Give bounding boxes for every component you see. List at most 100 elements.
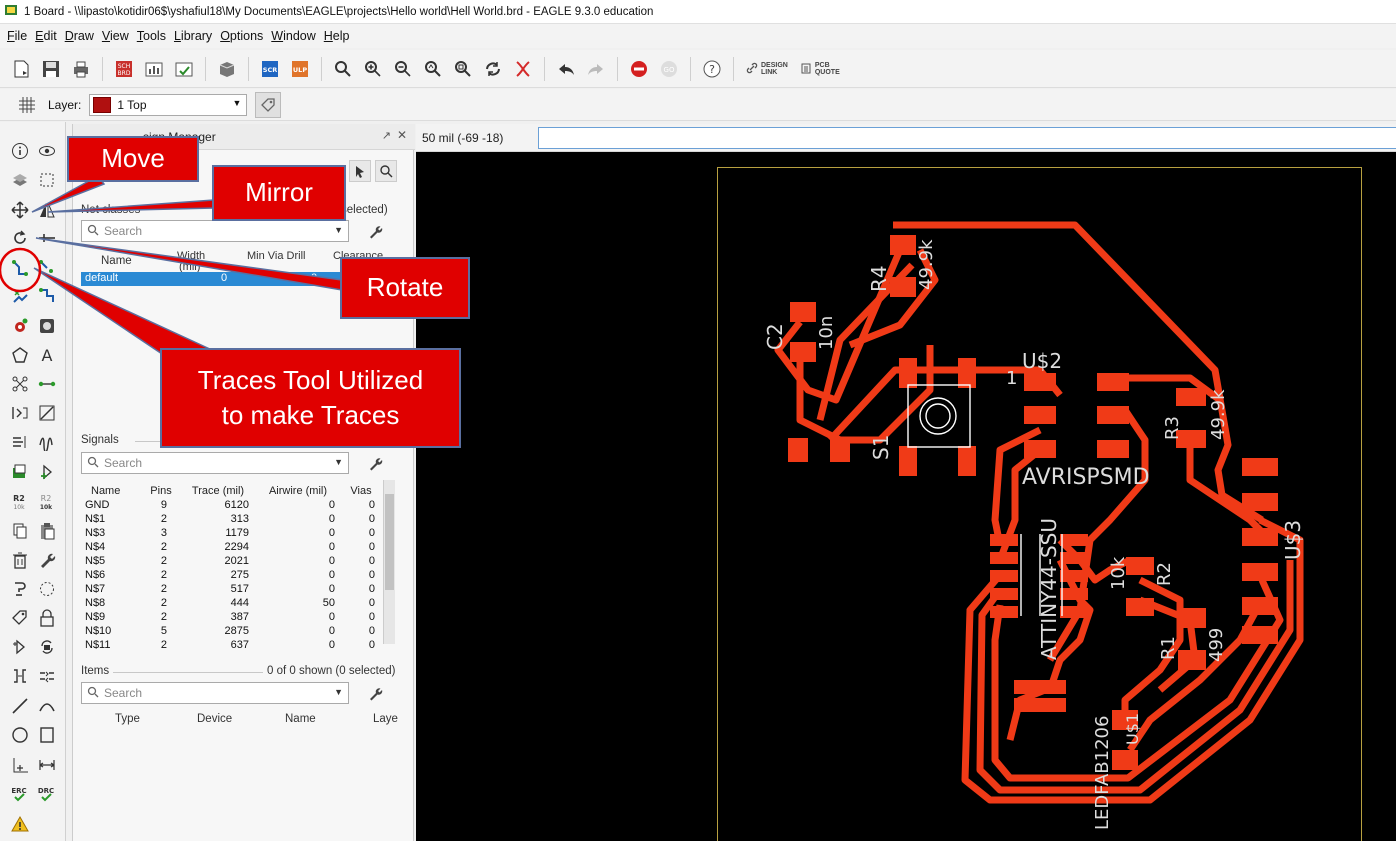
close-icon[interactable]: ✕ [397, 128, 407, 142]
polygon-icon[interactable] [8, 343, 32, 367]
table-row[interactable]: N$1 2 313 0 0 [81, 512, 381, 526]
ulp-icon[interactable]: ULP [287, 56, 313, 82]
measure-icon[interactable] [35, 753, 59, 777]
optimize-icon[interactable] [35, 284, 59, 308]
split-icon[interactable] [35, 226, 59, 250]
table-row[interactable]: N$3 3 1179 0 0 [81, 526, 381, 540]
new-file-icon[interactable] [8, 56, 34, 82]
smash-icon[interactable] [8, 577, 32, 601]
items-search-input[interactable]: Search ▼ [81, 682, 349, 704]
zoom-in-icon[interactable] [360, 56, 386, 82]
add-pin-icon[interactable] [8, 635, 32, 659]
wrench-icon[interactable] [35, 548, 59, 572]
line-icon[interactable] [8, 694, 32, 718]
signal-icon[interactable] [8, 372, 32, 396]
col-airwire-header[interactable]: Airwire (mil) [255, 484, 341, 498]
delete-icon[interactable] [8, 548, 32, 572]
col-pins-header[interactable]: Pins [141, 484, 181, 498]
tag-icon[interactable] [8, 606, 32, 630]
circle-icon[interactable] [8, 723, 32, 747]
menu-help[interactable]: Help [321, 29, 353, 43]
drc-icon[interactable]: DRC [35, 782, 59, 806]
table-row[interactable]: N$9 2 387 0 0 [81, 610, 381, 624]
add-icon[interactable] [8, 460, 32, 484]
col-type-header[interactable]: Type [115, 713, 140, 725]
via-icon[interactable] [8, 314, 32, 338]
menu-edit[interactable]: Edit [32, 29, 60, 43]
wrench-icon[interactable] [365, 220, 387, 242]
net-classes-search-input[interactable]: Search ▼ [81, 220, 349, 242]
group-icon[interactable] [35, 577, 59, 601]
table-row[interactable]: N$7 2 517 0 0 [81, 582, 381, 596]
pcb-quote-button[interactable]: PCB QUOTE [796, 56, 844, 82]
arc-icon[interactable] [35, 694, 59, 718]
wrench-icon[interactable] [365, 682, 387, 704]
menu-window[interactable]: Window [268, 29, 318, 43]
mark-icon[interactable] [35, 168, 59, 192]
col-trace-header[interactable]: Trace (mil) [181, 484, 255, 498]
add-part-icon[interactable] [35, 460, 59, 484]
cam-processor-icon[interactable] [141, 56, 167, 82]
table-row[interactable]: N$6 2 275 0 0 [81, 568, 381, 582]
rectangle-icon[interactable] [35, 723, 59, 747]
erc-icon[interactable]: ERC [8, 782, 32, 806]
col-item-name-header[interactable]: Name [285, 713, 316, 725]
value-icon[interactable]: R2 10k [8, 489, 32, 513]
paste-icon[interactable] [35, 519, 59, 543]
table-row[interactable]: N$10 5 2875 0 0 [81, 624, 381, 638]
lock-icon[interactable] [35, 606, 59, 630]
pinswap-icon[interactable] [35, 664, 59, 688]
dimension-icon[interactable] [8, 753, 32, 777]
align-icon[interactable] [8, 430, 32, 454]
zoom-to-selection-icon[interactable] [375, 160, 397, 182]
airwire-icon[interactable] [35, 372, 59, 396]
select-cursor-icon[interactable] [349, 160, 371, 182]
pad-icon[interactable] [35, 314, 59, 338]
menu-draw[interactable]: Draw [62, 29, 97, 43]
zoom-select-icon[interactable] [450, 56, 476, 82]
scrollbar-thumb[interactable] [385, 494, 394, 590]
col-name-header[interactable]: Name [81, 484, 141, 498]
table-row[interactable]: N$4 2 2294 0 0 [81, 540, 381, 554]
col-device-header[interactable]: Device [197, 713, 232, 725]
zoom-out-icon[interactable] [390, 56, 416, 82]
table-row[interactable]: N$5 2 2021 0 0 [81, 554, 381, 568]
table-row[interactable]: GND 9 6120 0 0 [81, 498, 381, 512]
errors-warning-icon[interactable] [8, 812, 32, 836]
display-layers-icon[interactable] [8, 168, 32, 192]
script-icon[interactable]: SCR [257, 56, 283, 82]
zoom-fit-icon[interactable] [330, 56, 356, 82]
signals-scrollbar[interactable] [383, 480, 395, 644]
design-link-button[interactable]: DESIGN LINK [742, 56, 792, 82]
wrench-icon[interactable] [365, 452, 387, 474]
float-panel-icon[interactable]: ↗ [382, 129, 391, 142]
menu-tools[interactable]: Tools [134, 29, 169, 43]
redo-icon[interactable] [583, 56, 609, 82]
command-line-input[interactable] [538, 127, 1396, 149]
go-icon[interactable]: GO [656, 56, 682, 82]
route-trace-icon[interactable] [8, 256, 32, 280]
menu-file[interactable]: File [4, 29, 30, 43]
ratsnest-icon[interactable] [510, 56, 536, 82]
col-vias-header[interactable]: Vias [341, 484, 381, 498]
menu-library[interactable]: Library [171, 29, 215, 43]
info-icon[interactable] [8, 139, 32, 163]
3d-view-icon[interactable] [214, 56, 240, 82]
route-multiple-icon[interactable] [35, 256, 59, 280]
grid-icon[interactable] [14, 92, 40, 118]
text-icon[interactable]: A [35, 343, 59, 367]
meander-icon[interactable] [35, 430, 59, 454]
help-icon[interactable]: ? [699, 56, 725, 82]
col-layer-header[interactable]: Laye [373, 713, 398, 725]
menu-view[interactable]: View [99, 29, 132, 43]
stop-icon[interactable] [626, 56, 652, 82]
redraw-icon[interactable] [480, 56, 506, 82]
zoom-previous-icon[interactable] [420, 56, 446, 82]
name-icon[interactable]: R2 10k [35, 489, 59, 513]
change-icon[interactable] [35, 401, 59, 425]
undo-icon[interactable] [553, 56, 579, 82]
table-row[interactable]: N$11 2 637 0 0 [81, 638, 381, 652]
print-icon[interactable] [68, 56, 94, 82]
copy-icon[interactable] [8, 519, 32, 543]
rotate-icon[interactable] [8, 226, 32, 250]
